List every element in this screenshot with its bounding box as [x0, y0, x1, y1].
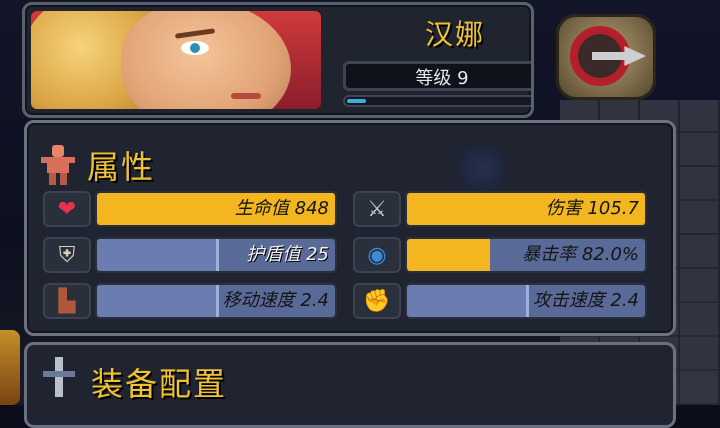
body-icon: [41, 145, 75, 185]
portrait-lip: [231, 93, 261, 99]
hero-name: 汉娜: [424, 18, 485, 51]
shield-icon: ⛨: [43, 237, 91, 273]
equipment-title: 装备配置: [91, 365, 228, 403]
lightning-emblem-icon: [457, 143, 507, 193]
xp-bar: [343, 95, 531, 107]
stat-damage: ⚔ 伤害 105.7: [353, 191, 653, 227]
equipment-header: 装备配置: [41, 357, 227, 407]
stat-label-move: 移动速度 2.4: [222, 290, 329, 311]
fist-icon: ✊: [353, 283, 401, 319]
stat-label-crit: 暴击率 82.0%: [522, 244, 639, 265]
stat-label-damage: 伤害 105.7: [545, 198, 639, 219]
stat-bar-attack_speed: 攻击速度 2.4: [405, 283, 647, 319]
attributes-title: 属性: [87, 148, 156, 186]
back-button[interactable]: [556, 14, 656, 100]
hero-level: 等级 9: [343, 61, 531, 91]
attributes-header: 属性: [41, 145, 156, 186]
stat-fill-attack_speed: [407, 285, 529, 317]
attributes-panel: 属性 ❤ 生命值 848 ⚔ 伤害 105.7 ⛨ 护盾值 25 ◉ 暴击率 82.0% ▙ 移动…: [24, 120, 676, 336]
boot-icon: ▙: [43, 283, 91, 319]
stat-label-hp: 生命值 848: [234, 198, 329, 219]
equipment-panel[interactable]: 装备配置: [24, 342, 676, 428]
stat-fill-shield: [97, 239, 219, 271]
stat-hp: ❤ 生命值 848: [43, 191, 343, 227]
side-decoration: [0, 330, 20, 405]
portrait-eye: [181, 41, 209, 55]
stat-bar-hp: 生命值 848: [95, 191, 337, 227]
stat-fill-crit: [407, 239, 491, 271]
xp-bar-fill: [347, 99, 366, 103]
stat-shield: ⛨ 护盾值 25: [43, 237, 343, 273]
stat-crit: ◉ 暴击率 82.0%: [353, 237, 653, 273]
stat-fill-move: [97, 285, 219, 317]
stat-label-attack_speed: 攻击速度 2.4: [532, 290, 639, 311]
sword-icon: ⚔: [353, 191, 401, 227]
heart-icon: ❤: [43, 191, 91, 227]
stat-bar-crit: 暴击率 82.0%: [405, 237, 647, 273]
portrait-face: [121, 11, 291, 109]
stat-move: ▙ 移动速度 2.4: [43, 283, 343, 319]
stat-bar-damage: 伤害 105.7: [405, 191, 647, 227]
stat-bar-shield: 护盾值 25: [95, 237, 337, 273]
sword-icon: [41, 357, 77, 407]
stat-bar-move: 移动速度 2.4: [95, 283, 337, 319]
hero-portrait: [31, 11, 321, 109]
eye-icon: ◉: [353, 237, 401, 273]
stat-label-shield: 护盾值 25: [246, 244, 329, 265]
stat-attack_speed: ✊ 攻击速度 2.4: [353, 283, 653, 319]
hero-card: 汉娜 等级 9: [22, 2, 534, 118]
